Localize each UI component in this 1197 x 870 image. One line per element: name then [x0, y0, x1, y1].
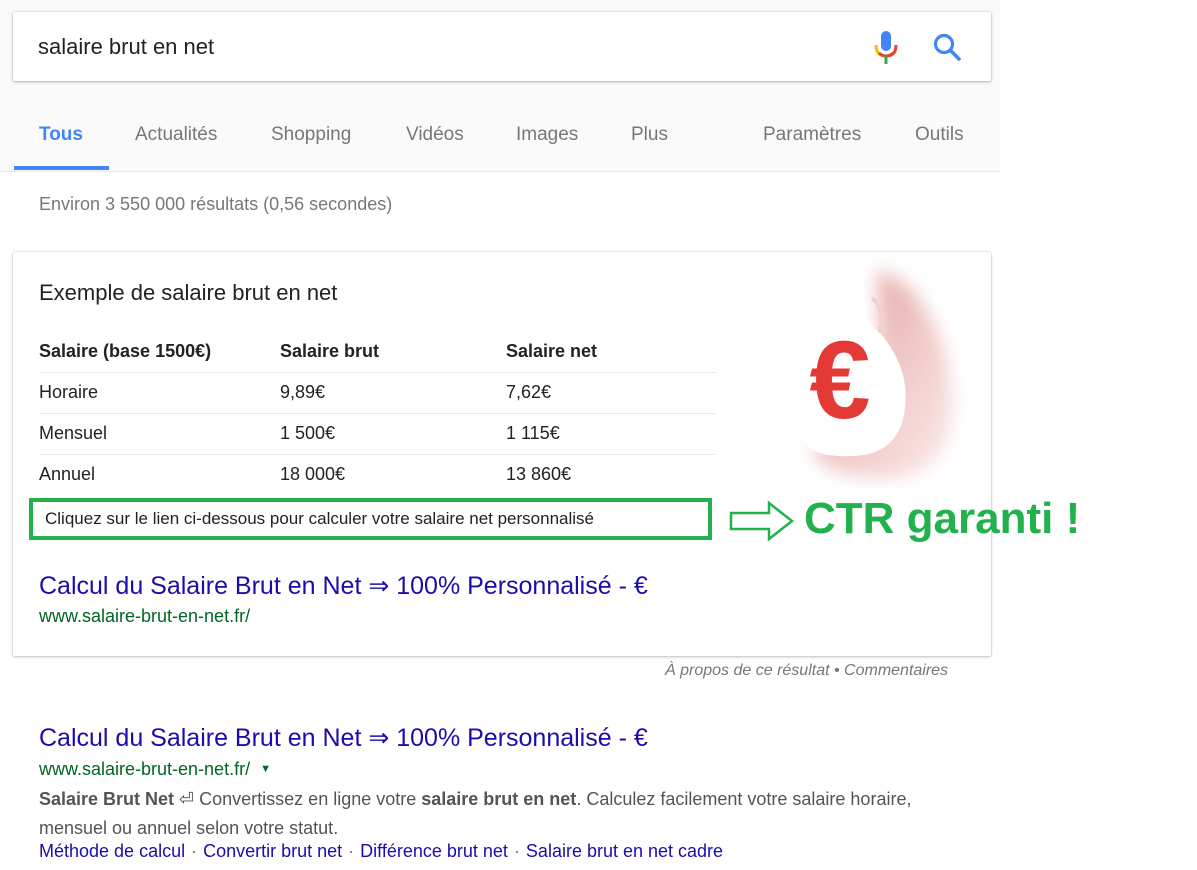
url-dropdown-arrow-icon[interactable]: ▼	[260, 763, 271, 775]
table-header: Salaire brut	[280, 340, 380, 361]
desc-bold: Salaire Brut Net	[39, 789, 175, 809]
magnifier-icon[interactable]	[932, 32, 962, 62]
table-header: Salaire net	[506, 340, 598, 361]
tab-plus[interactable]: Plus	[631, 124, 668, 146]
search-tabs: Tous Actualités Shopping Vidéos Images P…	[0, 100, 1000, 172]
return-symbol-icon: ⏎	[174, 789, 200, 809]
about-result-link[interactable]: À propos de ce résultat	[665, 662, 830, 679]
right-arrow-outline-icon	[729, 500, 795, 542]
table-cell: 1 500€	[280, 412, 506, 454]
table-row: Mensuel 1 500€ 1 115€	[39, 412, 716, 454]
table-cell: Mensuel	[39, 412, 280, 454]
result-description: Salaire Brut Net ⏎ Convertissez en ligne…	[39, 785, 959, 843]
table-cell: Annuel	[39, 453, 280, 495]
snippet-result-url: www.salaire-brut-en-net.fr/	[39, 606, 251, 626]
result-url-text: www.salaire-brut-en-net.fr/	[39, 759, 251, 779]
tab-outils[interactable]: Outils	[915, 124, 964, 146]
snippet-title: Exemple de salaire brut en net	[39, 280, 338, 305]
sitelink-methode-calcul[interactable]: Méthode de calcul	[39, 841, 185, 861]
table-header: Salaire (base 1500€)	[39, 340, 212, 361]
table-cell: 9,89€	[280, 371, 506, 413]
sitelink-difference-brut-net[interactable]: Différence brut net	[360, 841, 508, 861]
sitelink-salaire-cadre[interactable]: Salaire brut en net cadre	[526, 841, 723, 861]
sitelink-separator: ·	[348, 841, 355, 861]
result-url: www.salaire-brut-en-net.fr/ ▼	[39, 759, 271, 780]
desc-bold: salaire brut en net	[421, 789, 577, 809]
table-cell: 18 000€	[280, 453, 506, 495]
result-title-link[interactable]: Calcul du Salaire Brut en Net ⇒ 100% Per…	[39, 723, 648, 753]
cta-text: Cliquez sur le lien ci-dessous pour calc…	[45, 509, 594, 528]
desc-text: Convertissez en ligne votre	[199, 789, 422, 809]
tab-tous[interactable]: Tous	[39, 124, 83, 146]
tab-images[interactable]: Images	[516, 124, 578, 146]
svg-text:€: €	[809, 319, 870, 442]
tab-actualites[interactable]: Actualités	[135, 124, 217, 146]
table-cell: 13 860€	[506, 453, 716, 495]
table-row: Horaire 9,89€ 7,62€	[39, 371, 716, 413]
active-tab-indicator	[14, 166, 109, 170]
microphone-icon[interactable]	[873, 31, 899, 65]
sitelink-separator: ·	[191, 841, 198, 861]
table-header-row: Salaire (base 1500€) Salaire brut Salair…	[39, 331, 716, 372]
salary-table: Salaire (base 1500€) Salaire brut Salair…	[39, 331, 716, 495]
feedback-link[interactable]: Commentaires	[844, 662, 948, 679]
about-separator: •	[829, 662, 845, 679]
table-cell: 1 115€	[506, 412, 716, 454]
sitelinks: Méthode de calcul · Convertir brut net · Dif…	[39, 841, 723, 862]
table-cell: 7,62€	[506, 371, 716, 413]
ctr-annotation: CTR garanti !	[804, 494, 1081, 543]
cta-highlight-box: Cliquez sur le lien ci-dessous pour calc…	[29, 498, 712, 540]
tab-shopping[interactable]: Shopping	[271, 124, 351, 146]
table-cell: Horaire	[39, 371, 280, 413]
search-input[interactable]	[38, 30, 838, 64]
search-box	[13, 12, 991, 81]
euro-money-bag-icon: €	[786, 268, 952, 479]
tab-videos[interactable]: Vidéos	[406, 124, 464, 146]
sitelink-separator: ·	[513, 841, 520, 861]
snippet-result-link[interactable]: Calcul du Salaire Brut en Net ⇒ 100% Per…	[39, 571, 648, 601]
sitelink-convertir-brut-net[interactable]: Convertir brut net	[203, 841, 342, 861]
result-stats: Environ 3 550 000 résultats (0,56 second…	[39, 194, 393, 214]
about-row: À propos de ce résultat • Commentaires	[665, 662, 948, 680]
table-row: Annuel 18 000€ 13 860€	[39, 453, 716, 495]
tab-parametres[interactable]: Paramètres	[763, 124, 861, 146]
